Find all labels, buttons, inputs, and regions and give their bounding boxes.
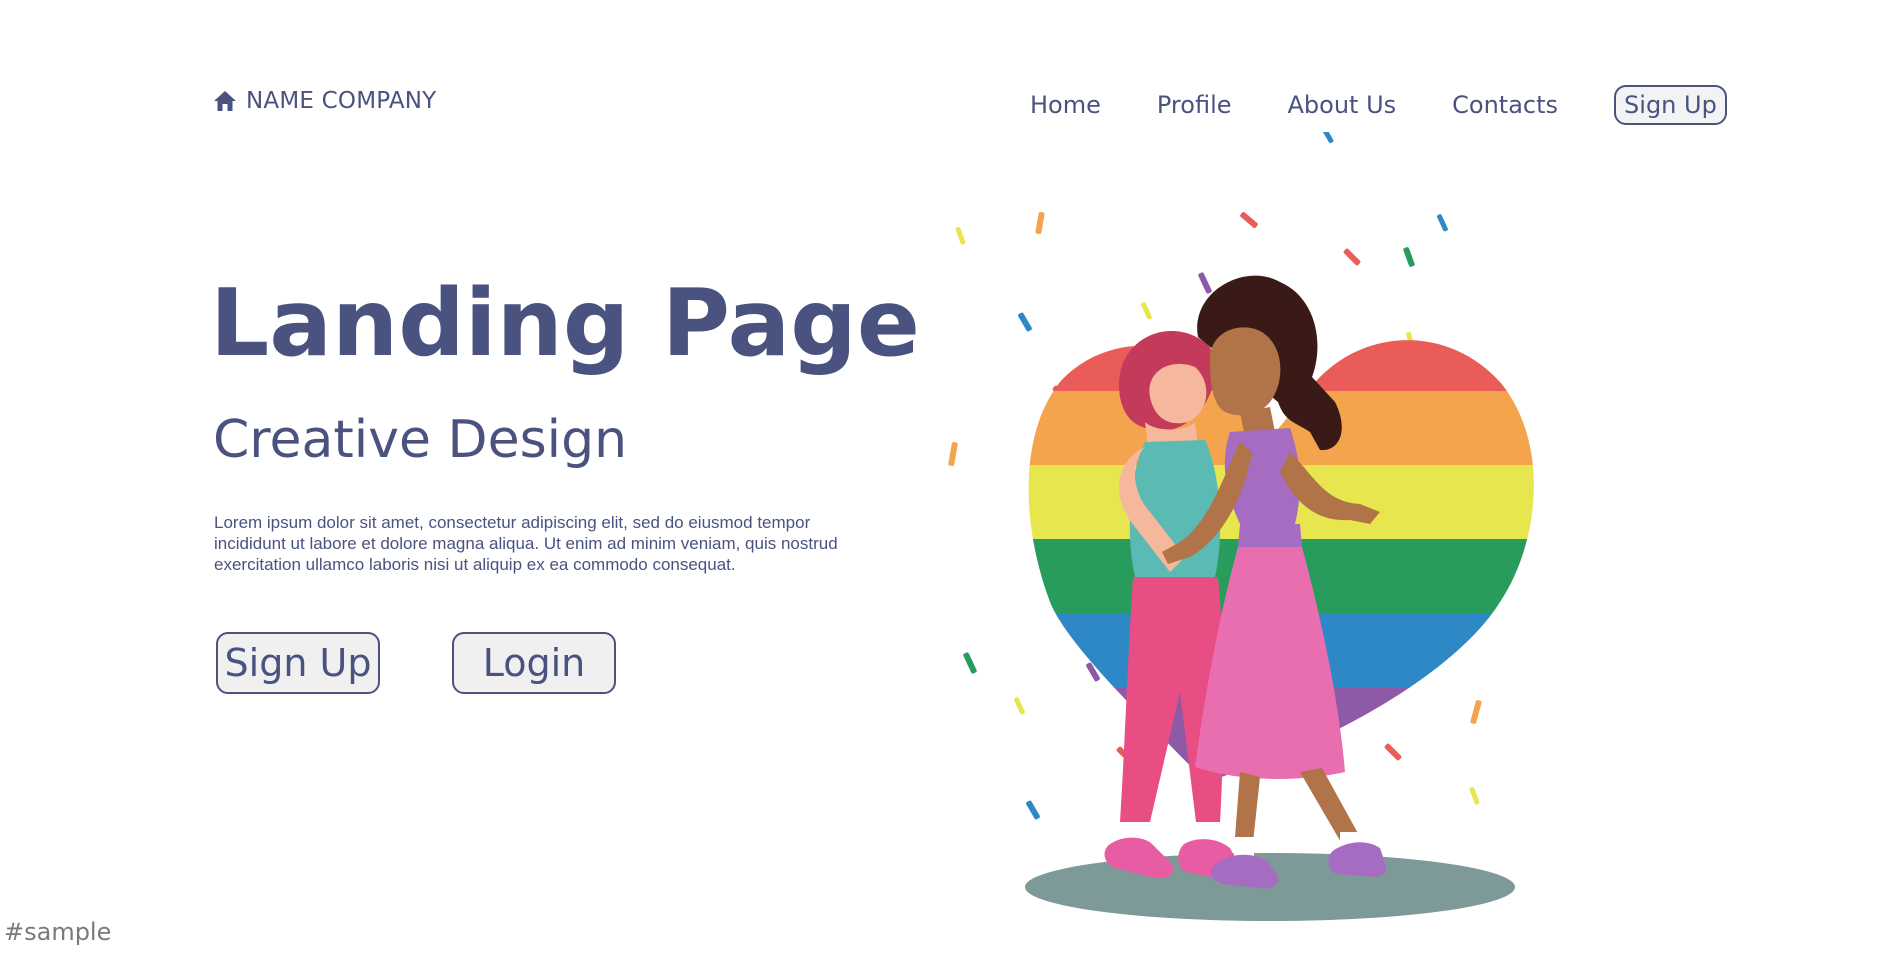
company-logo[interactable]: NAME COMPANY	[213, 88, 436, 114]
hero-subtitle: Creative Design	[213, 410, 628, 470]
hero-description: Lorem ipsum dolor sit amet, consectetur …	[214, 513, 838, 574]
hero-title: Landing Page	[210, 269, 920, 377]
nav-link-home[interactable]: Home	[1030, 91, 1101, 119]
nav-link-profile[interactable]: Profile	[1157, 91, 1232, 119]
main-nav: Home Profile About Us Contacts Sign Up	[1030, 84, 1727, 126]
nav-signup-button[interactable]: Sign Up	[1614, 85, 1727, 125]
nav-link-contacts[interactable]: Contacts	[1452, 91, 1558, 119]
signup-button[interactable]: Sign Up	[216, 632, 380, 694]
company-name: NAME COMPANY	[246, 88, 437, 114]
nav-link-about-us[interactable]: About Us	[1288, 91, 1397, 119]
couple-illustration	[948, 132, 1534, 921]
login-button[interactable]: Login	[452, 632, 616, 694]
home-icon	[214, 91, 236, 111]
watermark-label: #sample	[4, 918, 112, 946]
